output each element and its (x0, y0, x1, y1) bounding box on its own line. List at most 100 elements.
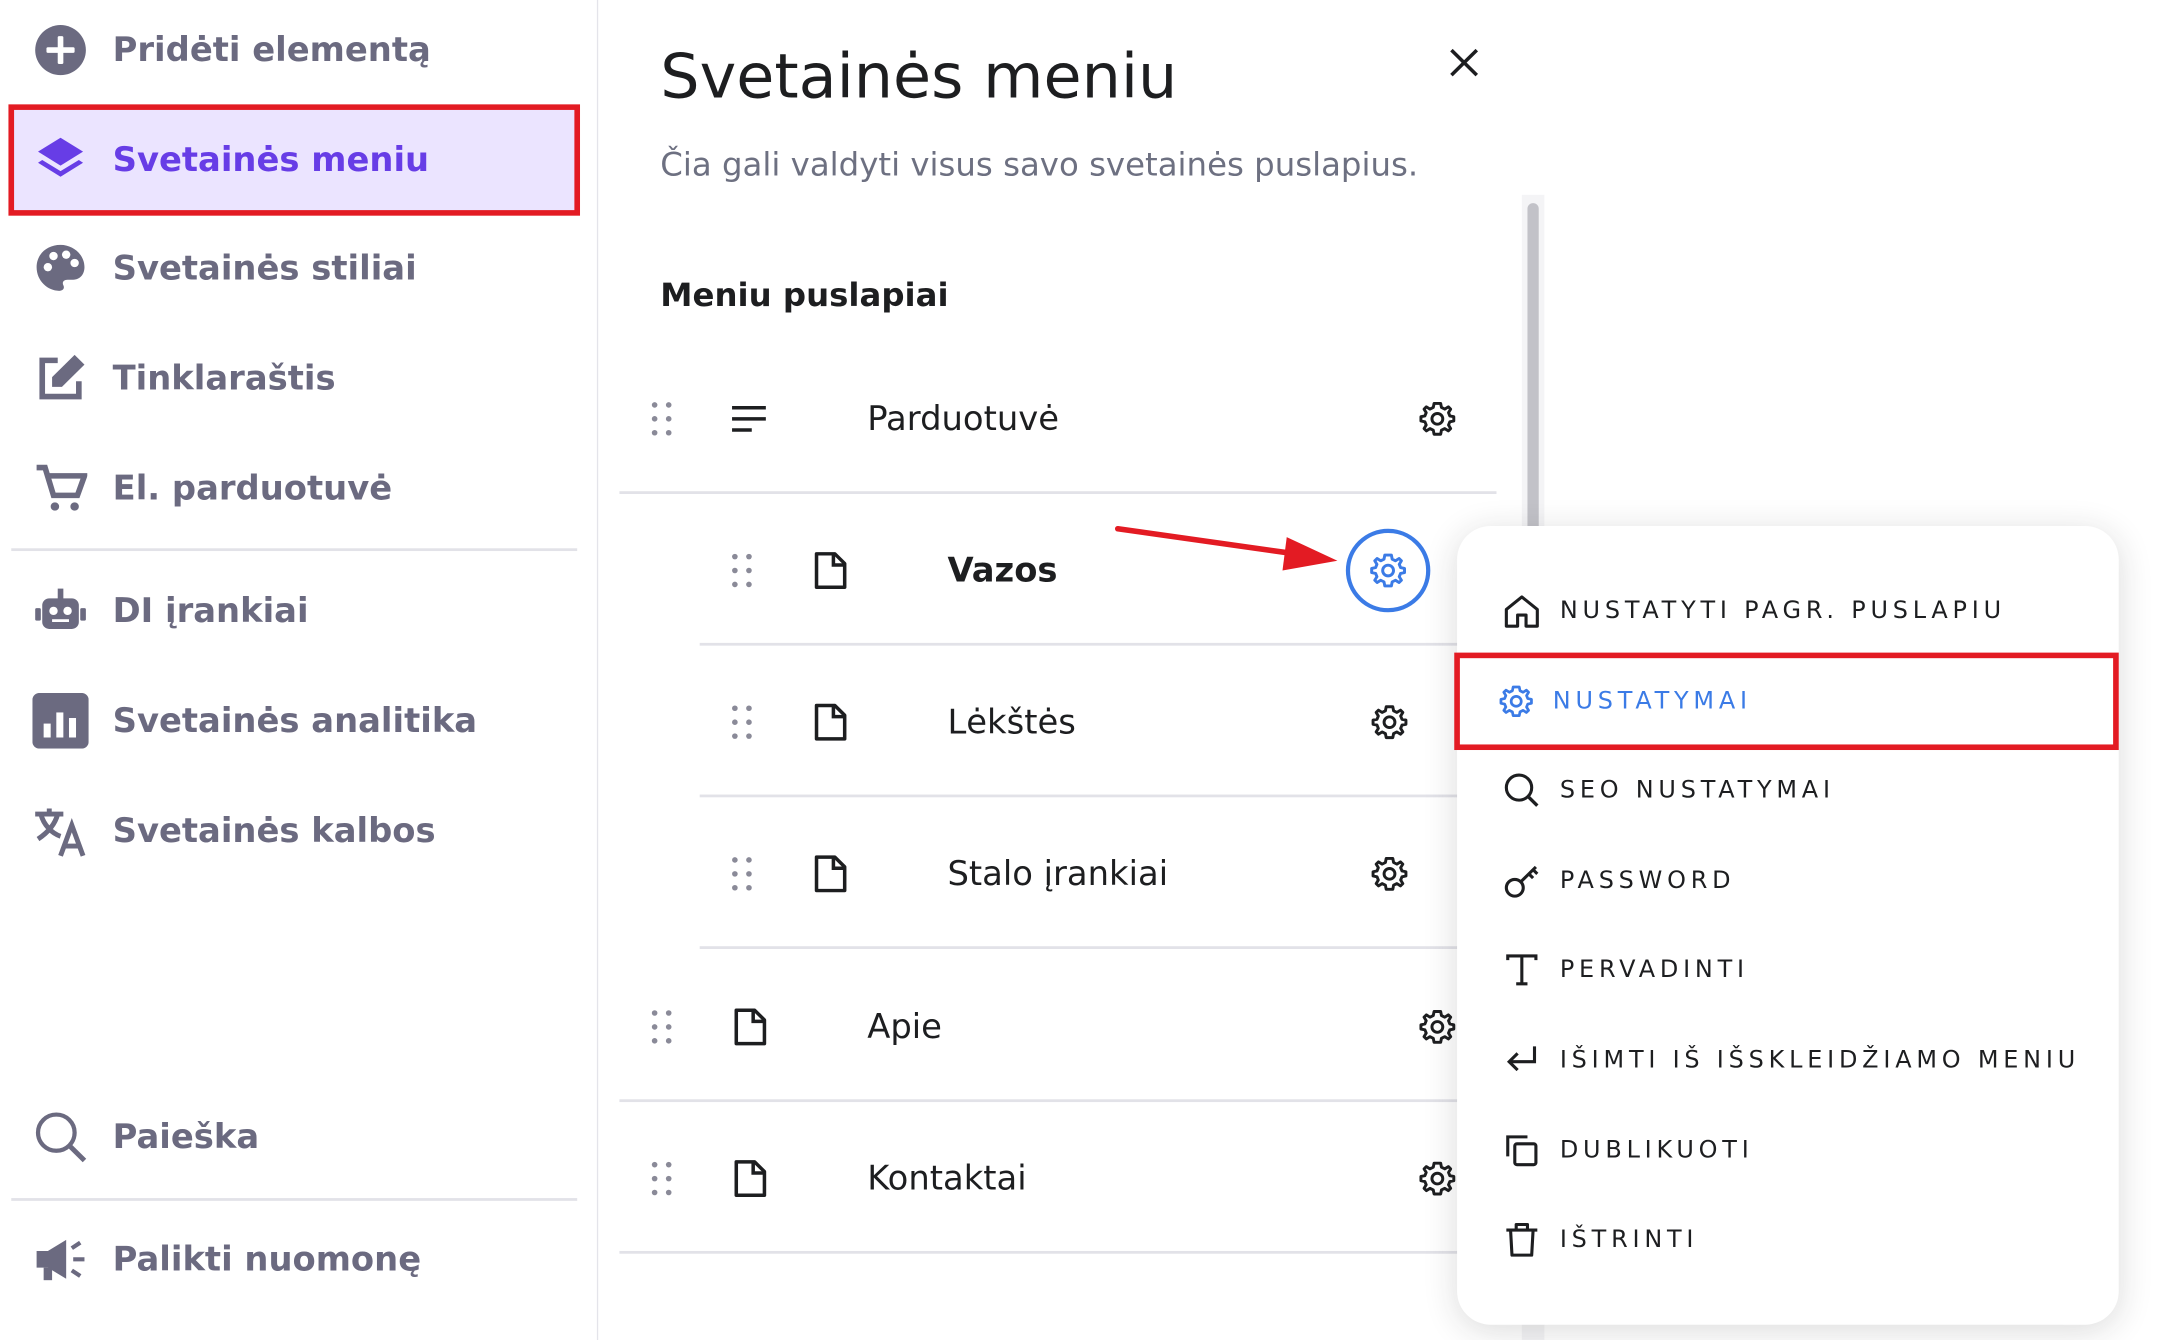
section-heading: Meniu puslapiai (660, 278, 949, 315)
menu-item-label: NUSTATYMAI (1552, 687, 1752, 716)
sidebar-item-site-styles[interactable]: Svetainės stiliai (11, 218, 577, 318)
row-divider (619, 491, 1497, 494)
gear-icon[interactable] (1416, 398, 1458, 440)
menu-item-label: PERVADINTI (1559, 955, 1749, 984)
page-icon (729, 1006, 771, 1048)
key-icon (1502, 861, 1541, 900)
page-options-menu: NUSTATYTI PAGR. PUSLAPIU NUSTATYMAI SEO … (1454, 525, 2119, 1325)
edit-icon (32, 351, 88, 407)
sidebar-divider (11, 548, 578, 552)
page-label: Apie (867, 1007, 942, 1047)
sidebar-item-ai-tools[interactable]: DI įrankiai (11, 561, 577, 661)
return-icon (1502, 1041, 1541, 1080)
menu-item-seo-settings[interactable]: SEO NUSTATYMAI (1457, 746, 2119, 835)
page-row-stalo-irankiai[interactable]: Stalo įrankiai (699, 799, 1489, 950)
menu-item-label: IŠTRINTI (1559, 1225, 1699, 1254)
sidebar-item-add-element[interactable]: Pridėti elementą (11, 0, 577, 100)
sidebar-item-analytics[interactable]: Svetainės analitika (11, 671, 577, 771)
page-icon (729, 1158, 771, 1200)
sidebar-item-eshop[interactable]: El. parduotuvė (11, 438, 577, 538)
duplicate-icon (1502, 1131, 1541, 1170)
analytics-icon (32, 692, 89, 749)
search-icon (1502, 771, 1541, 810)
cart-icon (32, 461, 88, 517)
drag-handle-icon[interactable] (728, 853, 756, 895)
search-icon (32, 1109, 88, 1165)
panel-subtitle: Čia gali valdyti visus savo svetainės pu… (660, 147, 1419, 184)
drag-handle-icon[interactable] (728, 701, 756, 743)
sidebar-item-label: Tinklaraštis (112, 359, 336, 398)
annotation-arrow (1114, 525, 1338, 571)
page-row-kontaktai[interactable]: Kontaktai (619, 1103, 1497, 1254)
page-label: Lėkštės (947, 702, 1076, 742)
page-label: Vazos (947, 551, 1058, 590)
layers-icon (32, 132, 88, 188)
gear-icon[interactable] (1368, 853, 1410, 895)
home-icon (1502, 591, 1541, 630)
drag-handle-icon[interactable] (648, 1158, 676, 1200)
menu-item-label: NUSTATYTI PAGR. PUSLAPIU (1559, 596, 2006, 625)
menu-item-remove-from-dropdown[interactable]: IŠIMTI IŠ IŠSKLEIDŽIAMO MENIU (1457, 1016, 2119, 1105)
sidebar-item-feedback[interactable]: Palikti nuomonę (11, 1209, 577, 1309)
plus-circle-icon (32, 22, 88, 78)
menu-item-set-homepage[interactable]: NUSTATYTI PAGR. PUSLAPIU (1457, 566, 2119, 655)
close-button[interactable] (1443, 42, 1485, 84)
page-row-parduotuve[interactable]: Parduotuvė (619, 344, 1497, 494)
menu-item-delete[interactable]: IŠTRINTI (1457, 1195, 2119, 1284)
page-label: Kontaktai (867, 1159, 1027, 1199)
page-icon (809, 853, 851, 895)
row-divider (699, 642, 1489, 646)
menu-item-password[interactable]: PASSWORD (1457, 836, 2119, 925)
megaphone-icon (32, 1231, 88, 1287)
drag-handle-icon[interactable] (648, 398, 676, 440)
sidebar-item-blog[interactable]: Tinklaraštis (11, 328, 577, 428)
sidebar-item-label: Svetainės kalbos (112, 811, 436, 851)
gear-icon[interactable] (1416, 1158, 1458, 1200)
page-row-vazos[interactable]: Vazos (699, 495, 1489, 646)
scrollbar-thumb[interactable] (1527, 203, 1539, 538)
page-row-apie[interactable]: Apie (619, 952, 1497, 1103)
sidebar-divider (11, 1198, 578, 1201)
sidebar-item-label: Svetainės meniu (112, 140, 430, 180)
page-title: Svetainės meniu (660, 41, 1178, 113)
sidebar: Pridėti elementą Svetainės meniu Svetain… (0, 0, 599, 1340)
trash-icon (1502, 1220, 1541, 1259)
sidebar-item-label: DI įrankiai (112, 591, 309, 631)
close-icon (1450, 48, 1479, 77)
menu-item-label: PASSWORD (1559, 866, 1736, 895)
row-divider (619, 1099, 1497, 1103)
row-divider (699, 946, 1489, 950)
dropdown-list-icon (728, 398, 770, 440)
page-row-lekstes[interactable]: Lėkštės (699, 647, 1489, 798)
sidebar-item-label: Palikti nuomonę (112, 1239, 422, 1279)
row-divider (699, 794, 1489, 798)
sidebar-item-site-menu[interactable]: Svetainės meniu (8, 104, 581, 216)
menu-item-settings[interactable]: NUSTATYMAI (1454, 652, 2119, 751)
palette-icon (32, 241, 88, 297)
menu-item-label: DUBLIKUOTI (1559, 1136, 1754, 1165)
menu-item-rename[interactable]: PERVADINTI (1457, 925, 2119, 1014)
page-icon (809, 550, 851, 592)
menu-item-label: SEO NUSTATYMAI (1559, 776, 1835, 805)
row-divider (619, 1250, 1497, 1254)
menu-item-duplicate[interactable]: DUBLIKUOTI (1457, 1106, 2119, 1195)
sidebar-item-languages[interactable]: Svetainės kalbos (11, 781, 577, 881)
site-menu-panel: Svetainės meniu Čia gali valdyti visus s… (598, 0, 1549, 1340)
robot-icon (32, 583, 88, 639)
drag-handle-icon[interactable] (648, 1006, 676, 1048)
page-icon (809, 701, 851, 743)
sidebar-item-label: El. parduotuvė (112, 468, 393, 508)
page-label: Stalo įrankiai (947, 854, 1169, 894)
page-label: Parduotuvė (867, 399, 1060, 439)
gear-icon[interactable] (1368, 701, 1410, 743)
text-icon (1502, 950, 1541, 989)
gear-icon[interactable] (1416, 1006, 1458, 1048)
sidebar-item-label: Svetainės analitika (112, 701, 478, 741)
gear-icon (1496, 682, 1535, 721)
sidebar-item-label: Pridėti elementą (112, 30, 431, 70)
gear-icon[interactable] (1345, 528, 1431, 613)
drag-handle-icon[interactable] (728, 550, 756, 592)
sidebar-item-search[interactable]: Paieška (11, 1087, 577, 1187)
menu-item-label: IŠIMTI IŠ IŠSKLEIDŽIAMO MENIU (1559, 1046, 2081, 1075)
translate-icon (32, 803, 88, 859)
